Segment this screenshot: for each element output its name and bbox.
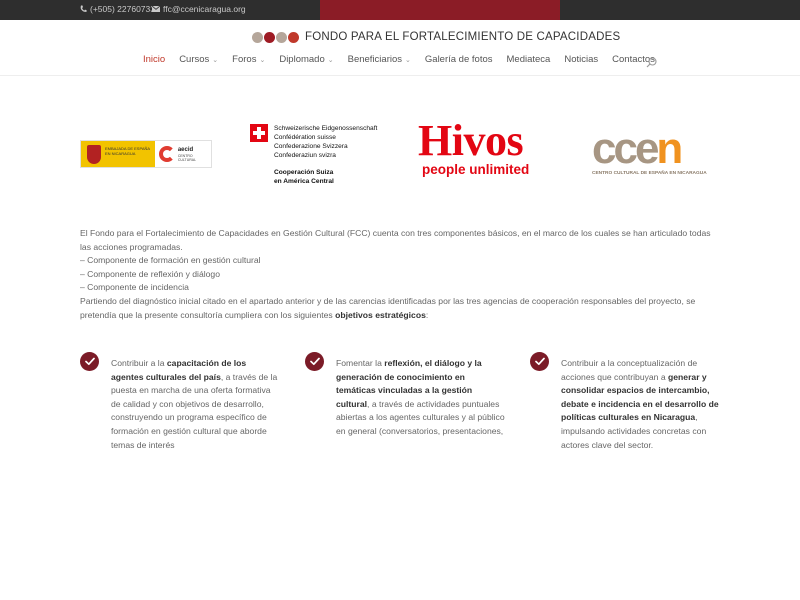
objective-text: Contribuir a la conceptualización de acc… [561, 357, 731, 452]
nav-label: Noticias [564, 54, 599, 65]
spain-coat-of-arms-icon [87, 145, 101, 164]
swiss-coop-line: Cooperación Suiza [274, 169, 334, 176]
top-bar: (+505) 22760733 ffc@ccenicaragua.org [0, 0, 800, 20]
swiss-coop-text: Cooperación Suiza en América Central [274, 168, 334, 186]
aecid-wordmark: aecid CENTRO CULTURAL [178, 147, 211, 162]
aecid-c-icon [159, 146, 175, 162]
nav-item-noticias[interactable]: Noticias [564, 54, 598, 65]
swiss-line: Schweizerische Eidgenossenschaft [274, 125, 378, 132]
logo-circle-4 [288, 31, 299, 43]
swiss-line: Confederaziun svizra [274, 152, 336, 159]
nav-label: Beneficiarios [347, 54, 403, 65]
swiss-confederation-text: Schweizerische Eidgenossenschaft Confédé… [274, 124, 377, 160]
objective-text: Contribuir a la capacitación de los agen… [111, 357, 281, 452]
spain-ministry-panel: EMBAJADA DE ESPAÑA EN NICARAGUA [81, 141, 155, 167]
swiss-flag-icon [250, 124, 268, 142]
chevron-down-icon: ⌄ [405, 56, 411, 64]
logo-circle-3 [276, 31, 287, 43]
swiss-line: Confédération suisse [274, 134, 336, 141]
nav-label: Inicio [143, 54, 166, 65]
closing-bold: objetivos estratégicos [335, 309, 426, 320]
checkmark-icon [530, 352, 549, 371]
hivos-tagline: people unlimited [422, 162, 530, 177]
nav-label: Galería de fotos [424, 54, 493, 65]
nav-item-cursos[interactable]: Cursos ⌄ [179, 54, 218, 65]
nav-item-foros[interactable]: Foros ⌄ [232, 54, 265, 65]
checkmark-icon [305, 352, 324, 371]
nav-item-diplomado[interactable]: Diplomado ⌄ [279, 54, 333, 65]
email-contact[interactable]: ffc@ccenicaragua.org [152, 4, 246, 14]
logo-circle-2 [264, 31, 275, 43]
swiss-cooperation-logo: Schweizerische Eidgenossenschaft Confédé… [250, 124, 390, 186]
component-item: – Componente de formación en gestión cul… [80, 255, 261, 266]
intro-closing: Partiendo del diagnóstico inicial citado… [80, 295, 720, 322]
nav-item-beneficiarios[interactable]: Beneficiarios ⌄ [348, 54, 411, 65]
aecid-sub: CENTRO CULTURAL [177, 153, 197, 162]
spain-ministry-text: EMBAJADA DE ESPAÑA EN NICARAGUA [105, 146, 150, 156]
aecid-name: aecid [177, 146, 194, 153]
nav-label: Foros [232, 54, 257, 65]
ffc-logo [252, 31, 299, 43]
component-item: – Componente de incidencia [80, 282, 189, 293]
nav-item-mediateca[interactable]: Mediateca [507, 54, 551, 65]
swiss-coop-line: en América Central [274, 178, 334, 185]
ccen-word-accent: n [656, 124, 683, 173]
nav-label: Cursos [179, 54, 210, 65]
nav-item-galeria[interactable]: Galería de fotos [425, 54, 493, 65]
checkmark-icon [80, 352, 99, 371]
ccen-tagline: CENTRO CULTURAL DE ESPAÑA EN NICARAGUA [592, 171, 707, 176]
ccen-logo: ccen CENTRO CULTURAL DE ESPAÑA EN NICARA… [592, 127, 716, 178]
site-title: FONDO PARA EL FORTALECIMIENTO DE CAPACID… [305, 31, 621, 43]
site-header: FONDO PARA EL FORTALECIMIENTO DE CAPACID… [0, 20, 800, 76]
objective-before: Contribuir a la [111, 358, 167, 368]
main-nav: Inicio Cursos ⌄ Foros ⌄ Diplomado ⌄ Bene… [143, 54, 655, 65]
spain-aecid-logo: EMBAJADA DE ESPAÑA EN NICARAGUA aecid CE… [80, 140, 212, 168]
swiss-line: Confederazione Svizzera [274, 143, 348, 150]
objective-text: Fomentar la reflexión, el diálogo y la g… [336, 357, 506, 439]
objective-before: Fomentar la [336, 358, 385, 368]
nav-label: Mediateca [506, 54, 551, 65]
search-icon[interactable] [646, 55, 657, 73]
phone-contact[interactable]: (+505) 22760733 [80, 4, 155, 14]
objective-after: , a través de la puesta en marcha de una… [111, 371, 278, 450]
nav-label: Diplomado [279, 54, 325, 65]
envelope-icon [152, 6, 160, 12]
aecid-panel: aecid CENTRO CULTURAL [155, 141, 211, 167]
email-address: ffc@ccenicaragua.org [163, 4, 246, 14]
phone-number: (+505) 22760733 [90, 4, 155, 14]
logo-circle-1 [252, 31, 263, 43]
intro-text: El Fondo para el Fortalecimiento de Capa… [80, 227, 720, 322]
top-bar-accent [320, 0, 560, 20]
hivos-logo: Hivos people unlimited [418, 118, 552, 188]
closing-colon: : [425, 309, 429, 320]
intro-paragraph: El Fondo para el Fortalecimiento de Capa… [80, 228, 711, 252]
ccen-wordmark: ccen [592, 127, 716, 171]
hivos-wordmark: Hivos [418, 116, 524, 165]
chevron-down-icon: ⌄ [327, 56, 334, 64]
phone-icon [80, 5, 87, 13]
chevron-down-icon: ⌄ [212, 56, 219, 64]
ccen-word-main: cce [592, 124, 659, 173]
component-item: – Componente de reflexión y diálogo [80, 268, 220, 279]
chevron-down-icon: ⌄ [259, 56, 266, 64]
brand-link[interactable]: FONDO PARA EL FORTALECIMIENTO DE CAPACID… [252, 31, 620, 43]
nav-item-inicio[interactable]: Inicio [143, 54, 165, 65]
